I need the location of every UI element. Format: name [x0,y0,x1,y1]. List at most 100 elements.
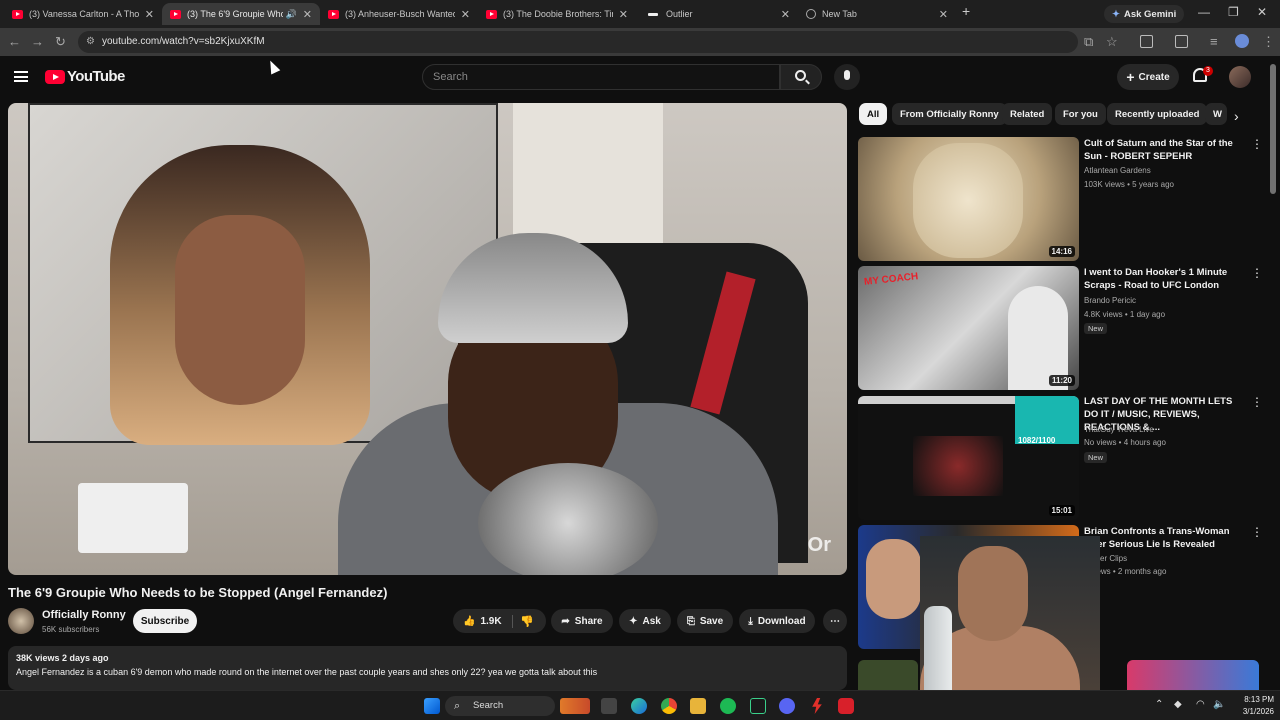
rec-channel[interactable]: Atlantean Gardens [1084,166,1151,175]
create-button[interactable]: + Create [1117,64,1179,90]
windows-start-icon[interactable] [424,698,440,714]
edge-icon[interactable] [631,698,647,714]
tab-vanessa-carlton[interactable]: (3) Vanessa Carlton - A Thousa ✕ [4,3,162,25]
save-button[interactable]: ⎘ Save [677,609,733,633]
chip-from-channel[interactable]: From Officially Ronny [892,103,1007,125]
webcam-water-bottle [924,606,952,690]
chip-partial[interactable]: W [1205,103,1227,125]
clock-date[interactable]: 3/1/2026 [1229,707,1274,716]
file-explorer-icon[interactable] [690,698,706,714]
search-button[interactable] [780,64,822,90]
bookmark-star-icon[interactable]: ☆ [1106,34,1118,50]
youtube-logo-icon[interactable] [45,70,65,84]
statue-face [913,143,1023,258]
clock-time[interactable]: 8:13 PM [1234,695,1274,704]
minimize-window-button[interactable]: — [1198,5,1210,19]
tab-anheuser-busch[interactable]: (3) Anheuser-Busch Wanted A ✕ [320,3,478,25]
close-tab-icon[interactable]: ✕ [303,8,312,21]
background-monitor [28,103,498,445]
rec-channel[interactable]: ThatGuy Treva Live [1084,425,1154,434]
chip-related[interactable]: Related [1002,103,1053,125]
rec-menu-icon[interactable]: ⋮ [1251,396,1263,408]
rec-thumbnail[interactable]: MY COACH 11:20 [858,266,1079,390]
channel-name[interactable]: Officially Ronny [42,609,126,621]
hamburger-menu-icon[interactable] [14,71,28,82]
rec-thumbnail[interactable] [1127,660,1259,690]
close-tab-icon[interactable]: ✕ [461,8,470,21]
taskbar-search[interactable]: ⌕ Search [445,696,555,716]
tab-groupie-video[interactable]: (3) The 6'9 Groupie Who Ne 🔊 ✕ [162,3,320,25]
sparkle-icon: ✦ [629,615,638,627]
account-avatar[interactable] [1229,66,1251,88]
url-bar[interactable]: ⚙ youtube.com/watch?v=sb2KjxuXKfM [78,31,1078,53]
chip-for-you[interactable]: For you [1055,103,1106,125]
wifi-icon[interactable]: ◠ [1196,699,1205,710]
chevron-right-icon[interactable]: › [1234,108,1239,124]
close-tab-icon[interactable]: ✕ [619,8,628,21]
spotify-icon[interactable] [720,698,736,714]
close-tab-icon[interactable]: ✕ [939,8,948,21]
rec-title[interactable]: Brian Confronts a Trans-Woman After Seri… [1084,525,1244,551]
video-player[interactable]: Or [8,103,847,575]
speaker-icon[interactable]: 🔊 [286,9,297,20]
chip-recently-uploaded[interactable]: Recently uploaded [1107,103,1208,125]
download-button[interactable]: ⤓ Download [739,609,815,633]
youtube-logo-text[interactable]: YouTube [67,68,125,85]
channel-watermark[interactable]: Or [808,534,831,557]
chip-all[interactable]: All [859,103,888,125]
discord-icon[interactable] [779,698,795,714]
restore-window-button[interactable]: ❐ [1228,5,1239,19]
tab-outlier[interactable]: Outlier ✕ [640,3,798,25]
install-app-icon[interactable]: ⧉ [1084,34,1093,50]
media-controls-icon[interactable]: ≡ [1210,34,1218,49]
rec-title[interactable]: Cult of Saturn and the Star of the Sun -… [1084,137,1244,163]
share-button[interactable]: ➦ Share [551,609,613,633]
rec-thumbnail[interactable]: 1082/1100 15:01 [858,396,1079,520]
forward-arrow-icon[interactable]: → [31,34,44,49]
page-scrollbar[interactable] [1270,64,1276,194]
search-input[interactable]: Search [422,64,780,90]
tab-new-tab[interactable]: New Tab ✕ [798,3,956,25]
rec-channel[interactable]: Brando Pericic [1084,296,1136,305]
close-tab-icon[interactable]: ✕ [781,8,790,21]
news-widget-icon[interactable] [560,698,590,714]
like-count[interactable]: 1.9K [480,616,501,627]
rec-menu-icon[interactable]: ⋮ [1251,526,1263,538]
extensions-icon[interactable] [1140,35,1153,48]
rec-menu-icon[interactable]: ⋮ [1251,267,1263,279]
rec-thumbnail[interactable] [858,660,918,690]
rec-thumbnail[interactable]: 14:16 [858,137,1079,261]
chrome-menu-icon[interactable]: ⋮ [1262,34,1275,50]
more-horizontal-icon: ⋯ [830,615,840,627]
reload-icon[interactable]: ↻ [55,34,66,50]
subscribe-button[interactable]: Subscribe [133,609,197,633]
recording-app-icon[interactable] [838,698,854,714]
copilot-tray-icon[interactable]: ◆ [1174,699,1182,710]
site-info-icon[interactable]: ⚙ [86,31,95,53]
new-badge: New [1084,323,1108,334]
tab-doobie-brothers[interactable]: (3) The Doobie Brothers: Tiny D ✕ [478,3,636,25]
voice-search-icon[interactable] [834,64,860,90]
close-tab-icon[interactable]: ✕ [145,8,154,21]
ask-button[interactable]: ✦ Ask [619,609,671,633]
rec-title[interactable]: I went to Dan Hooker's 1 Minute Scraps -… [1084,266,1244,292]
profile-avatar-icon[interactable] [1235,34,1249,48]
task-view-icon[interactable] [601,698,617,714]
thumbs-up-icon[interactable]: 👍 [463,616,475,627]
back-arrow-icon[interactable]: ← [8,34,21,49]
volume-icon[interactable]: 🔈 [1213,699,1225,710]
close-window-button[interactable]: ✕ [1257,5,1267,19]
rec-menu-icon[interactable]: ⋮ [1251,138,1263,150]
thumbs-down-icon[interactable]: 👎 [520,615,534,628]
side-panel-icon[interactable] [1175,35,1188,48]
ask-gemini-button[interactable]: ✦ Ask Gemini [1104,5,1185,23]
background-printer [78,483,188,553]
channel-avatar[interactable] [8,608,34,634]
tray-overflow-icon[interactable]: ⌃ [1155,699,1163,710]
url-text: youtube.com/watch?v=sb2KjxuXKfM [102,36,265,47]
chrome-icon[interactable] [661,698,677,714]
new-tab-button[interactable]: + [962,3,970,19]
more-actions-button[interactable]: ⋯ [823,609,847,633]
lightning-app-icon[interactable] [812,698,822,714]
terminal-app-icon[interactable] [750,698,766,714]
